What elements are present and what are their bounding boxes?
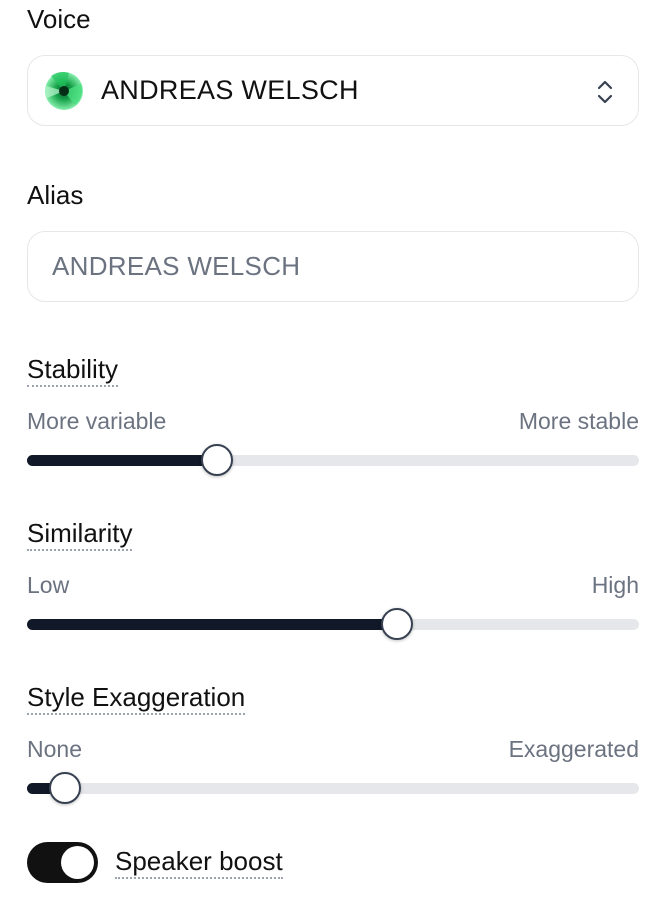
stability-max-label: More stable [518, 408, 639, 434]
style-exaggeration-slider[interactable] [27, 772, 639, 804]
voice-select[interactable]: ANDREAS WELSCH [27, 55, 639, 126]
similarity-label-text: Similarity [27, 518, 133, 551]
speaker-boost-label-text: Speaker boost [115, 846, 283, 879]
chevron-up-down-icon [596, 78, 614, 106]
similarity-fill [27, 619, 398, 630]
similarity-slider[interactable] [27, 608, 639, 640]
alias-label: Alias [27, 180, 84, 210]
stability-label-text: Stability [27, 354, 119, 387]
similarity-min-label: Low [27, 572, 70, 598]
stability-fill [27, 455, 217, 466]
stability-label: Stability [27, 354, 119, 387]
similarity-max-label: High [591, 572, 639, 598]
style-exaggeration-max-label: Exaggerated [508, 736, 639, 762]
style-exaggeration-label: Style Exaggeration [27, 682, 246, 715]
similarity-label: Similarity [27, 518, 133, 551]
style-exaggeration-thumb[interactable] [48, 772, 81, 804]
style-exaggeration-label-text: Style Exaggeration [27, 682, 246, 715]
style-exaggeration-min-label: None [27, 736, 82, 762]
speaker-boost-label[interactable]: Speaker boost [115, 846, 283, 879]
stability-slider[interactable] [27, 444, 639, 476]
voice-avatar-icon [45, 71, 83, 110]
speaker-boost-toggle[interactable] [27, 842, 98, 883]
similarity-thumb[interactable] [381, 608, 414, 640]
stability-min-label: More variable [27, 408, 167, 434]
speaker-boost-toggle-knob [61, 846, 94, 879]
alias-input[interactable] [27, 231, 639, 302]
voice-label: Voice [27, 4, 91, 34]
style-exaggeration-track [27, 783, 639, 794]
stability-thumb[interactable] [200, 444, 233, 476]
voice-selected-name: ANDREAS WELSCH [101, 75, 359, 105]
